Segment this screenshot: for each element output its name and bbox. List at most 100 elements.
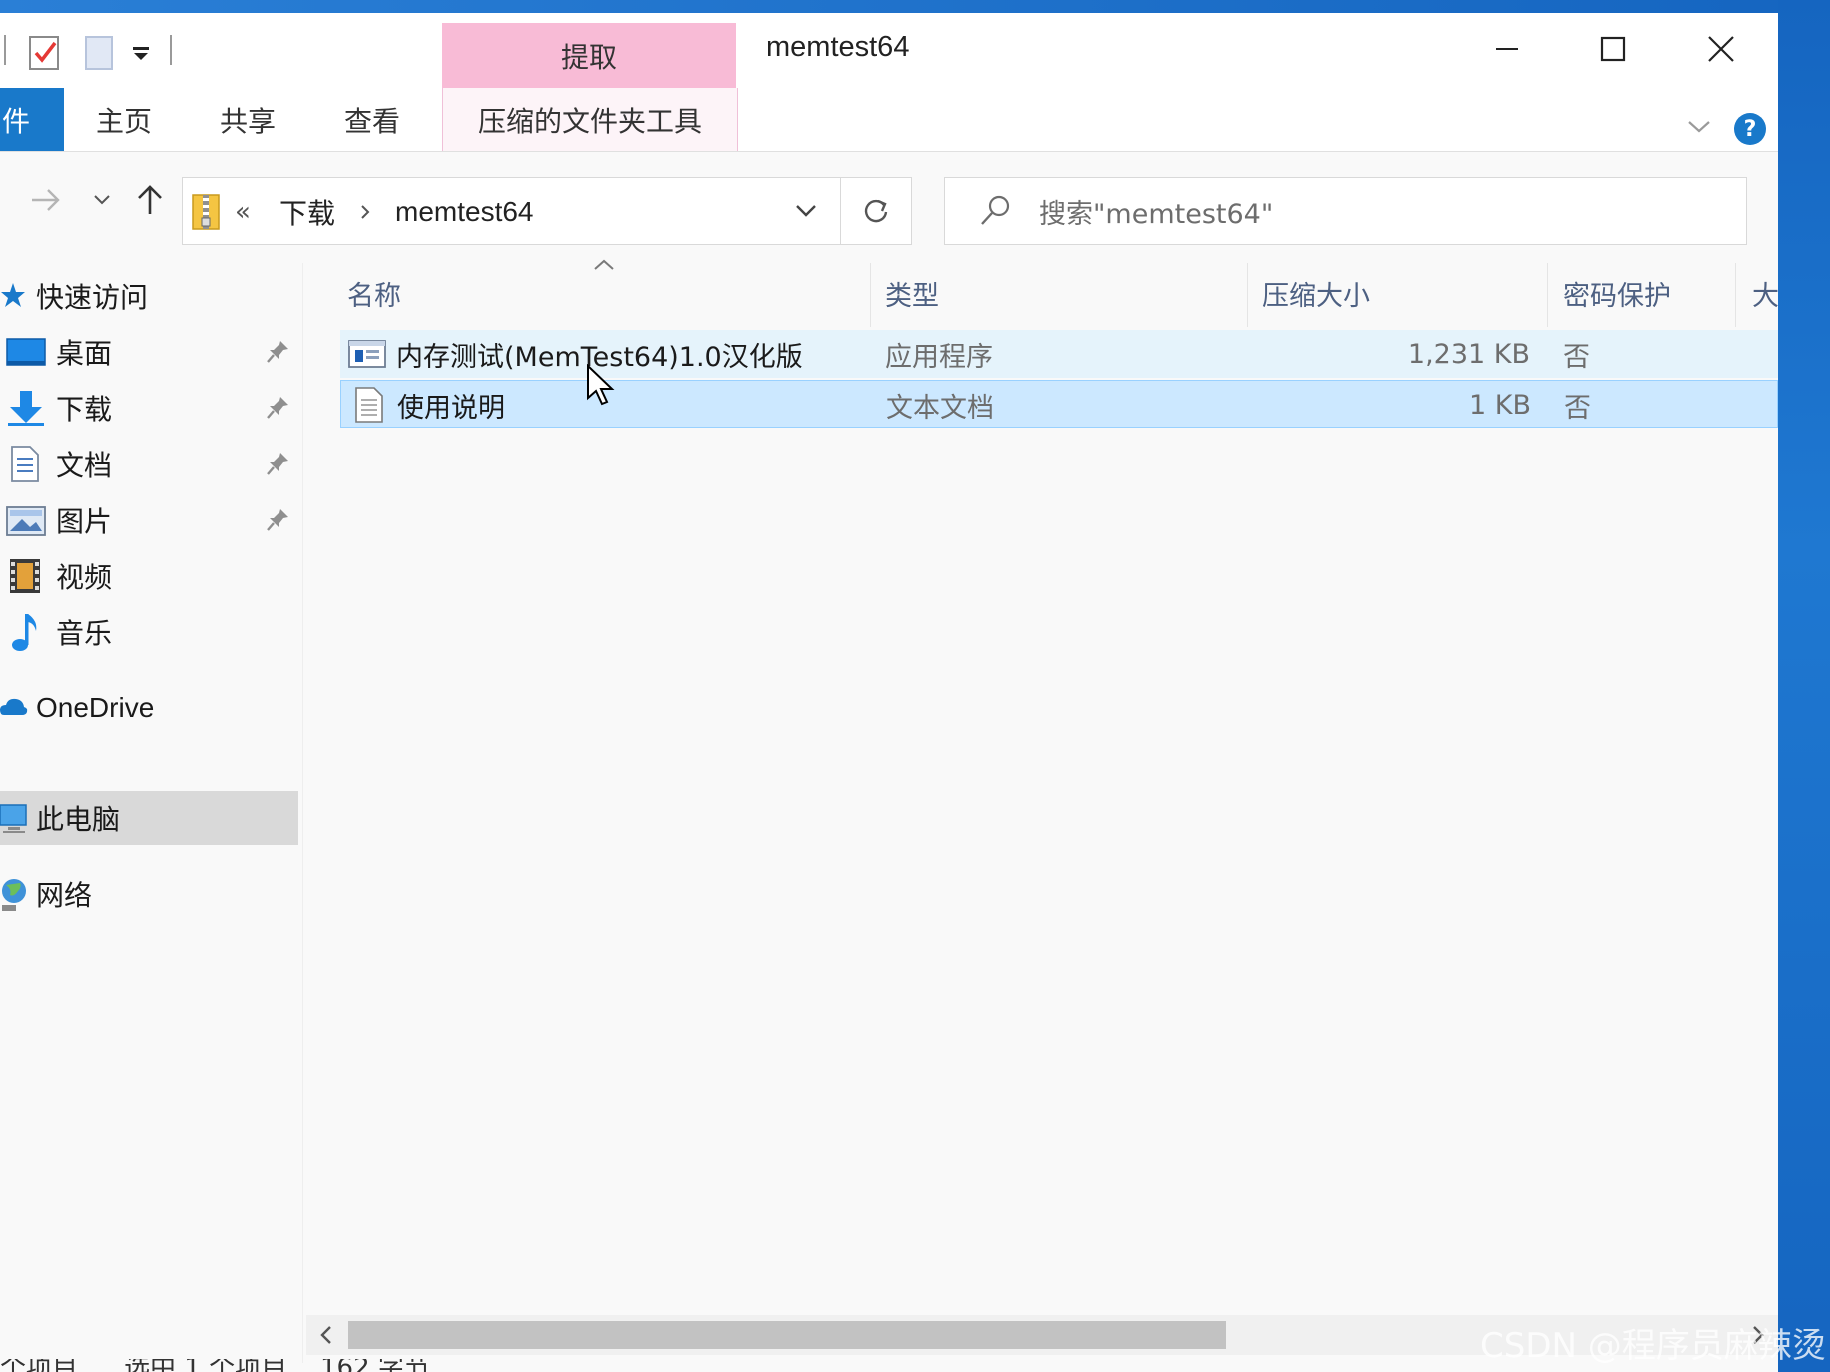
window-title: memtest64 (766, 31, 910, 63)
sidebar-item-desktop[interactable]: 桌面 (0, 325, 300, 379)
pin-icon[interactable] (266, 507, 290, 540)
sidebar-item-label: OneDrive (36, 692, 155, 723)
file-type: 文本文档 (886, 392, 994, 424)
toolbar-separator (170, 35, 172, 65)
up-button[interactable] (130, 177, 170, 223)
toolbar-separator (4, 35, 6, 65)
address-history-dropdown[interactable] (766, 177, 846, 245)
properties-icon[interactable] (28, 33, 62, 73)
refresh-button[interactable] (840, 177, 912, 245)
navigation-pane: 快速访问 桌面 下载 文档 图片 视频 音乐 OneDrive 此电脑 网络 (0, 253, 302, 1372)
tab-view[interactable]: 查看 (344, 88, 400, 151)
column-header-type[interactable]: 类型 (885, 263, 939, 323)
text-file-icon (355, 381, 383, 429)
column-header-size-truncated[interactable]: 大 (1752, 263, 1778, 323)
tab-compressed-folder-tools[interactable]: 压缩的文件夹工具 (442, 88, 738, 151)
sidebar-item-music[interactable]: 音乐 (0, 605, 300, 659)
download-icon (6, 389, 46, 427)
watermark: CSDN @程序员麻辣烫 (1480, 1326, 1826, 1366)
file-explorer-window: 提取 memtest64 件 主页 共享 查看 压缩的文件夹工具 ? « 下载 … (0, 13, 1778, 1372)
column-separator[interactable] (870, 263, 871, 327)
sidebar-item-label: 音乐 (56, 617, 113, 650)
sidebar-item-label: 视频 (56, 561, 113, 594)
search-input[interactable]: 搜索"memtest64" (1039, 178, 1273, 244)
pictures-icon (6, 505, 46, 537)
sidebar-item-documents[interactable]: 文档 (0, 437, 300, 491)
pin-icon[interactable] (266, 339, 290, 372)
new-folder-icon[interactable] (82, 33, 116, 73)
tab-file[interactable]: 件 (0, 88, 64, 151)
sidebar-item-downloads[interactable]: 下载 (0, 381, 300, 435)
sort-ascending-icon (593, 257, 615, 276)
tab-home[interactable]: 主页 (96, 88, 152, 151)
navigation-bar: « 下载 memtest64 搜索"memtest64" (0, 163, 1778, 246)
documents-icon (10, 445, 40, 483)
file-type: 应用程序 (885, 341, 993, 373)
pane-splitter[interactable] (302, 263, 303, 1363)
status-selection: 选中 1 个项目 (124, 1359, 287, 1372)
sidebar-item-videos[interactable]: 视频 (0, 549, 300, 603)
pin-icon[interactable] (266, 395, 290, 428)
mouse-cursor-icon (586, 363, 616, 412)
file-size: 1,231 KB (1407, 338, 1530, 370)
sidebar-item-label: 下载 (56, 393, 113, 426)
minimize-button[interactable] (1462, 19, 1552, 79)
zip-folder-icon (191, 178, 221, 246)
computer-icon (0, 803, 28, 835)
file-password-protected: 否 (1564, 392, 1591, 424)
star-icon (0, 281, 26, 309)
breadcrumb-downloads[interactable]: 下载 (279, 178, 335, 246)
column-separator[interactable] (1547, 263, 1548, 327)
sidebar-item-label: 快速访问 (36, 281, 149, 314)
help-icon[interactable]: ? (1734, 113, 1766, 145)
table-row[interactable]: 使用说明 文本文档 1 KB 否 (340, 380, 1778, 428)
sidebar-item-onedrive[interactable]: OneDrive (0, 681, 300, 735)
search-box[interactable]: 搜索"memtest64" (944, 177, 1747, 245)
sidebar-item-label: 网络 (36, 879, 93, 912)
title-bar: 提取 memtest64 (0, 13, 1778, 88)
forward-button[interactable] (26, 177, 66, 223)
close-button[interactable] (1676, 19, 1766, 79)
column-header-compressed-size[interactable]: 压缩大小 (1262, 263, 1370, 323)
tab-share[interactable]: 共享 (220, 88, 276, 151)
file-name[interactable]: 使用说明 (397, 381, 505, 429)
table-row[interactable]: 内存测试(MemTest64)1.0汉化版 应用程序 1,231 KB 否 (340, 330, 1778, 378)
status-size: 162 字节 (320, 1359, 430, 1372)
status-item-count: 个项目 (0, 1359, 78, 1372)
search-icon (979, 194, 1011, 232)
sidebar-item-this-pc[interactable]: 此电脑 (0, 791, 298, 845)
sidebar-item-network[interactable]: 网络 (0, 867, 300, 921)
desktop-background-top (0, 0, 1830, 13)
breadcrumb-overflow[interactable]: « (235, 178, 251, 246)
column-header-password-protected[interactable]: 密码保护 (1563, 263, 1671, 323)
pin-icon[interactable] (266, 451, 290, 484)
column-header-name[interactable]: 名称 (347, 263, 401, 323)
desktop-background (1778, 0, 1830, 1372)
sidebar-item-label: 此电脑 (36, 803, 121, 836)
file-size: 1 KB (1469, 389, 1531, 421)
sidebar-item-quick-access[interactable]: 快速访问 (0, 269, 300, 323)
customize-toolbar-icon[interactable] (130, 33, 152, 73)
desktop-icon (6, 337, 46, 369)
tab-extract[interactable]: 提取 (442, 23, 736, 88)
breadcrumb-memtest64[interactable]: memtest64 (395, 178, 534, 246)
scrollbar-thumb[interactable] (348, 1321, 1226, 1349)
application-icon (348, 330, 386, 378)
maximize-button[interactable] (1568, 19, 1658, 79)
sidebar-item-label: 文档 (56, 449, 113, 482)
file-password-protected: 否 (1563, 341, 1590, 373)
scroll-left-arrow-icon[interactable] (306, 1315, 346, 1355)
ribbon-tabs: 件 主页 共享 查看 压缩的文件夹工具 (0, 88, 1778, 152)
expand-ribbon-icon[interactable] (1685, 117, 1713, 141)
column-separator[interactable] (1247, 263, 1248, 327)
sidebar-item-pictures[interactable]: 图片 (0, 493, 300, 547)
sidebar-item-label: 桌面 (56, 337, 113, 370)
videos-icon (8, 557, 42, 595)
sidebar-item-label: 图片 (56, 505, 113, 538)
network-icon (0, 877, 28, 913)
recent-locations-button[interactable] (82, 177, 122, 223)
column-separator[interactable] (1735, 263, 1736, 327)
onedrive-icon (0, 695, 28, 719)
breadcrumb-chevron-icon[interactable] (359, 178, 371, 246)
music-icon (10, 611, 40, 653)
